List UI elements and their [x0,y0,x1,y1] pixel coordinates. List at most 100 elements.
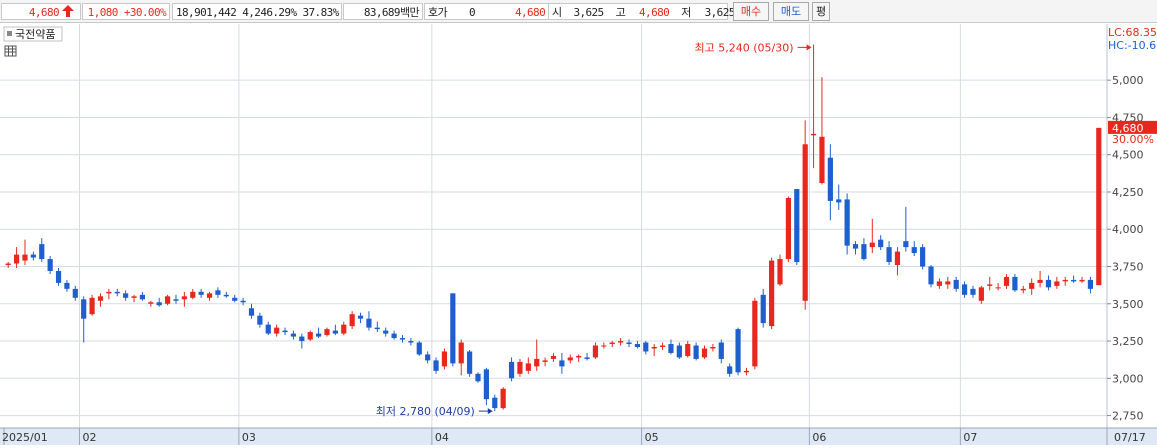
candle-body [542,360,548,362]
candle-body [425,354,431,361]
candle-body [416,342,422,355]
candle-body [215,290,221,295]
candle-body [592,345,599,358]
candle-body [802,144,808,301]
candle-body [869,242,875,248]
candle-body [307,332,313,340]
low-label: 저 [681,6,691,19]
candle-body [248,308,255,316]
candle-body [22,254,28,261]
candle-body [777,259,783,285]
hc-label: HC:-10.6 [1108,39,1156,52]
candle-body [903,241,909,248]
candle-body [618,341,624,343]
candle-body [1012,276,1018,291]
high-annotation: 최고 5,240 (05/30) [695,41,794,54]
candle-body [240,300,246,303]
candle-body [685,344,691,356]
candle-body [206,293,213,298]
candle-body [89,297,95,315]
candle-body [1087,279,1094,289]
y-tick-label: 2,750 [1112,410,1144,423]
candle-body [894,251,901,266]
grid-table-icon[interactable] [4,45,17,57]
x-tick-label: 07/17 [1114,431,1146,444]
open-price: 3,625 [573,6,604,19]
candle-body [315,333,322,337]
y-tick-label: 5,000 [1112,74,1144,87]
candle-body [139,294,146,300]
candle-body [492,397,498,409]
candle-body [164,296,171,304]
change-cell: 1,080 +30.00% [82,3,170,20]
candle-body [928,266,934,285]
candle-body [1003,276,1010,286]
candle-body [953,279,959,289]
high-label: 고 [615,6,626,19]
buy-button[interactable]: 매수 [733,2,769,21]
sell-button[interactable]: 매도 [773,2,809,21]
candle-body [567,357,573,361]
candle-body [651,346,657,349]
candle-body [508,361,515,379]
candle-body [978,287,984,301]
candle-body [659,345,666,347]
amount-cell: 83,689백만 [343,3,423,20]
candle-body [601,345,607,347]
candle-body [290,333,297,337]
candle-body [366,318,372,328]
volume: 18,901,442 [176,6,237,19]
candle-body [148,302,154,304]
candle-body [584,357,590,359]
x-tick-label: 02 [83,431,97,444]
y-tick-label: 4,000 [1112,223,1144,236]
y-tick-label: 3,000 [1112,372,1144,385]
candle-body [391,333,397,339]
y-tick-label: 3,750 [1112,261,1144,274]
candle-body [1054,281,1060,286]
candle-body [123,293,129,298]
candle-body [114,291,120,294]
candle-body [39,244,45,260]
candle-body [349,314,355,327]
candle-body [961,284,968,295]
candle-body [383,330,389,334]
quote-toolbar: 4,680 1,080 +30.00% 18,901,442 4,246.29%… [0,0,1157,23]
candle-body [810,133,817,136]
y-tick-label: 4,250 [1112,186,1144,199]
candlestick-chart[interactable]: 5,000 4,750 4,500 4,250 4,000 3,750 3,500 3,250… [0,24,1157,445]
candle-body [576,355,582,358]
change-rate: +30.00% [123,6,167,19]
candle-body [467,351,473,374]
square-icon [7,31,12,36]
candle-body [223,294,229,297]
candle-body [30,254,36,258]
candle-body [559,360,565,367]
candle-body [769,260,775,327]
candle-body [257,315,263,325]
candle-body [282,330,288,333]
current-price-cell: 4,680 [1,3,81,20]
candle-body [609,342,615,345]
y-tick-label: 3,500 [1112,298,1144,311]
candle-body [785,197,792,260]
eval-button[interactable]: 평 [812,2,830,21]
high-price: 4,680 [639,6,670,19]
x-tick-label: 06 [812,431,826,444]
candle-body [852,244,859,249]
candle-body [710,346,716,349]
y-tick-label: 4,500 [1112,149,1144,162]
candle-body [945,281,951,285]
candle-body [173,299,179,301]
candle-body [920,247,926,267]
candle-body [265,324,271,334]
candle-body [357,315,364,319]
turnover: 37.83% [302,6,340,19]
candle-body [676,345,682,358]
lc-label: LC:68.35 [1108,26,1157,39]
low-price: 3,625 [704,6,736,19]
candle-body [1071,279,1077,282]
candle-body [399,338,406,340]
candle-body [1037,279,1043,283]
candle-body [794,188,800,263]
